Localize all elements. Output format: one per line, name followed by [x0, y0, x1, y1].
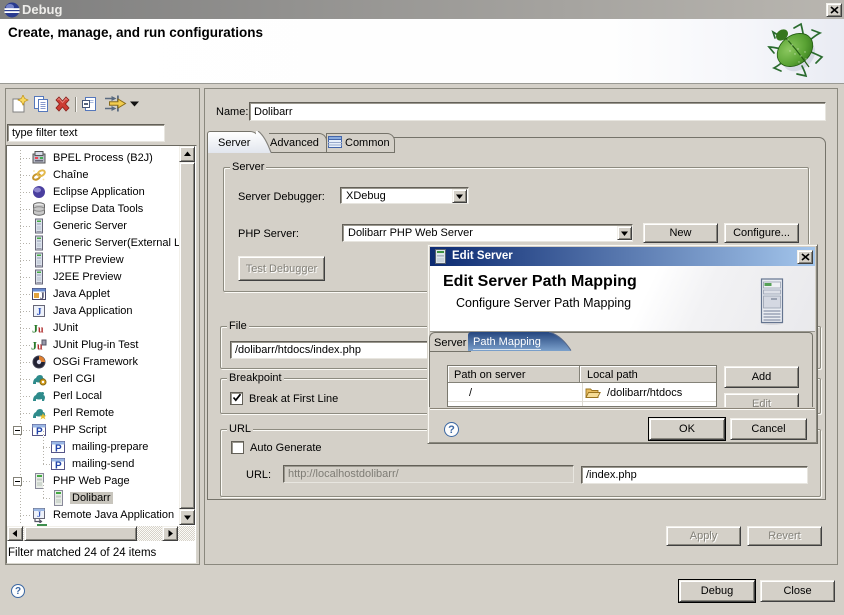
svg-text:J: J: [40, 291, 45, 301]
svg-text:u: u: [38, 325, 44, 336]
svg-text:J: J: [37, 510, 41, 519]
svg-text:P: P: [36, 427, 43, 438]
svg-text:P: P: [55, 461, 62, 472]
svg-text:J: J: [37, 307, 42, 318]
svg-text:P: P: [55, 444, 62, 455]
